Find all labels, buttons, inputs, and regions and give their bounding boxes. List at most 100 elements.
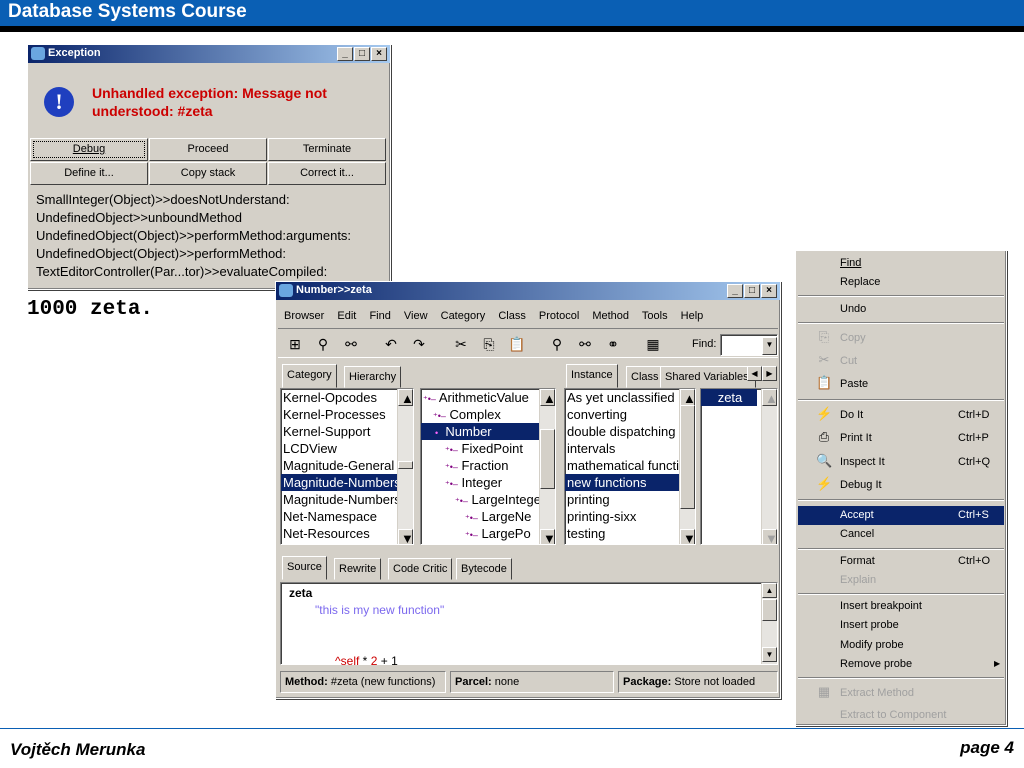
list-item[interactable]: printing	[565, 491, 695, 508]
menu-help[interactable]: Help	[681, 310, 704, 322]
scroll-up-button[interactable]: ▲	[762, 583, 777, 598]
category-list[interactable]: Kernel-Opcodes Kernel-Processes Kernel-S…	[280, 388, 414, 545]
copy-stack-button[interactable]: Copy stack	[149, 162, 267, 185]
scroll-thumb[interactable]	[762, 599, 777, 621]
menu-insert-probe[interactable]: Insert probe	[840, 619, 899, 631]
list-item[interactable]: Net-Namespace	[281, 508, 413, 525]
scroll-up-button[interactable]: ▲	[540, 389, 555, 406]
menu-view[interactable]: View	[404, 310, 428, 322]
menu-cancel[interactable]: Cancel	[840, 528, 874, 540]
menu-find[interactable]: Find	[369, 310, 390, 322]
menu-method[interactable]: Method	[592, 310, 629, 322]
list-item[interactable]: ⁺•– Fraction	[421, 457, 555, 474]
format-icon[interactable]: ▦	[642, 333, 664, 355]
define-it-button[interactable]: Define it...	[30, 162, 148, 185]
list-item[interactable]: Kernel-Processes	[281, 406, 413, 423]
list-item[interactable]: Magnitude-General	[281, 457, 413, 474]
list-item[interactable]: Net-Resources	[281, 525, 413, 542]
method-list[interactable]: zeta ▲ ▼	[700, 388, 778, 545]
list-item[interactable]: ⁺•– Integer	[421, 474, 555, 491]
list-item[interactable]: testing	[565, 525, 695, 542]
tab-instance[interactable]: Instance	[566, 364, 618, 388]
list-item[interactable]: ⁺•– Complex	[421, 406, 555, 423]
list-item[interactable]: zeta	[701, 389, 757, 406]
references-icon[interactable]: ⚯	[574, 333, 596, 355]
tab-code-critic[interactable]: Code Critic	[388, 558, 453, 580]
find-icon[interactable]: ⚲	[546, 333, 568, 355]
terminate-button[interactable]: Terminate	[268, 138, 386, 161]
debug-button[interactable]: Debug	[30, 138, 148, 161]
paste-icon[interactable]: 📋	[506, 333, 528, 355]
scroll-down-button[interactable]: ▼	[680, 529, 695, 544]
menu-format[interactable]: Format	[840, 555, 875, 567]
implementors-icon[interactable]: ⚯	[340, 333, 362, 355]
list-item[interactable]: intervals	[565, 440, 695, 457]
exception-titlebar[interactable]: Exception _ □ ×	[28, 45, 390, 63]
stack-frame[interactable]: SmallInteger(Object)>>doesNotUnderstand:	[36, 191, 351, 209]
minimize-button[interactable]: _	[337, 47, 353, 61]
tab-bytecode[interactable]: Bytecode	[456, 558, 512, 580]
redo-icon[interactable]: ↷	[408, 333, 430, 355]
correct-it-button[interactable]: Correct it...	[268, 162, 386, 185]
scroll-down-button[interactable]: ▼	[540, 529, 555, 544]
list-item[interactable]: Kernel-Opcodes	[281, 389, 413, 406]
tab-shared-variables[interactable]: Shared Variables	[660, 366, 756, 388]
class-list[interactable]: ⁺•– ArithmeticValue ⁺•– Complex • Number…	[420, 388, 556, 545]
menu-replace[interactable]: Replace	[840, 276, 880, 288]
senders-icon[interactable]: ⚲	[312, 333, 334, 355]
menu-explain[interactable]: Explain	[840, 574, 876, 586]
list-item[interactable]: Magnitude-Numbers	[281, 474, 413, 491]
proceed-button[interactable]: Proceed	[149, 138, 267, 161]
menu-paste[interactable]: Paste	[840, 378, 868, 390]
menu-inspect-it[interactable]: Inspect It	[840, 456, 885, 468]
menu-browser[interactable]: Browser	[284, 310, 324, 322]
stack-trace[interactable]: SmallInteger(Object)>>doesNotUnderstand:…	[36, 191, 351, 281]
list-item[interactable]: ⁺•– ArithmeticValue	[421, 389, 555, 406]
list-item[interactable]: ⁺•– LargeNe	[421, 508, 555, 525]
menu-protocol[interactable]: Protocol	[539, 310, 579, 322]
list-item[interactable]: ⁺•– LargeInteger	[421, 491, 555, 508]
menu-find[interactable]: Find	[840, 257, 861, 269]
code-editor[interactable]: zeta "this is my new function" ^self * 2…	[280, 582, 778, 668]
maximize-button[interactable]: □	[354, 47, 370, 61]
cut-icon[interactable]: ✂	[450, 333, 472, 355]
close-button[interactable]: ×	[761, 284, 777, 298]
menu-extract-method[interactable]: Extract Method	[840, 687, 914, 699]
list-item[interactable]: double dispatching	[565, 423, 695, 440]
tab-rewrite[interactable]: Rewrite	[334, 558, 382, 580]
menu-accept[interactable]: Accept	[840, 509, 874, 521]
menu-print-it[interactable]: Print It	[840, 432, 872, 444]
scroll-down-button[interactable]: ▼	[398, 529, 413, 544]
list-item[interactable]: ⁺•– FixedPoint	[421, 440, 555, 457]
list-item[interactable]: LCDView	[281, 440, 413, 457]
list-item[interactable]: ⁺•– LargePo	[421, 525, 555, 542]
list-item[interactable]: • Number	[421, 423, 555, 440]
scroll-down-button[interactable]: ▼	[762, 529, 777, 544]
list-item[interactable]: As yet unclassified	[565, 389, 695, 406]
class-scrollbar[interactable]: ▲ ▼	[539, 389, 555, 544]
menu-debug-it[interactable]: Debug It	[840, 479, 882, 491]
menu-edit[interactable]: Edit	[337, 310, 356, 322]
browser-titlebar[interactable]: Number>>zeta _ □ ×	[276, 282, 780, 300]
tab-class[interactable]: Class	[626, 366, 664, 388]
list-item[interactable]: Kernel-Support	[281, 423, 413, 440]
minimize-button[interactable]: _	[727, 284, 743, 298]
menu-remove-probe[interactable]: Remove probe	[840, 658, 912, 670]
method-scrollbar[interactable]: ▲ ▼	[761, 389, 777, 544]
menu-class[interactable]: Class	[498, 310, 526, 322]
stack-frame[interactable]: UndefinedObject(Object)>>performMethod:	[36, 245, 351, 263]
list-item[interactable]: printing-sixx	[565, 508, 695, 525]
code-scrollbar[interactable]: ▲ ▼	[761, 583, 777, 664]
stack-frame[interactable]: UndefinedObject>>unboundMethod	[36, 209, 351, 227]
tab-hierarchy[interactable]: Hierarchy	[344, 366, 402, 388]
scroll-up-button[interactable]: ▲	[398, 389, 413, 406]
scroll-thumb[interactable]	[680, 405, 695, 509]
menu-undo[interactable]: Undo	[840, 303, 866, 315]
protocol-scrollbar[interactable]: ▲ ▼	[679, 389, 695, 544]
menu-do-it[interactable]: Do It	[840, 409, 863, 421]
copy-icon[interactable]: ⎘	[478, 333, 500, 355]
menu-extract-to-component[interactable]: Extract to Component	[840, 709, 946, 721]
tab-category[interactable]: Category	[282, 364, 337, 388]
variables-icon[interactable]: ⚭	[602, 333, 624, 355]
list-item[interactable]: new functions	[565, 474, 695, 491]
